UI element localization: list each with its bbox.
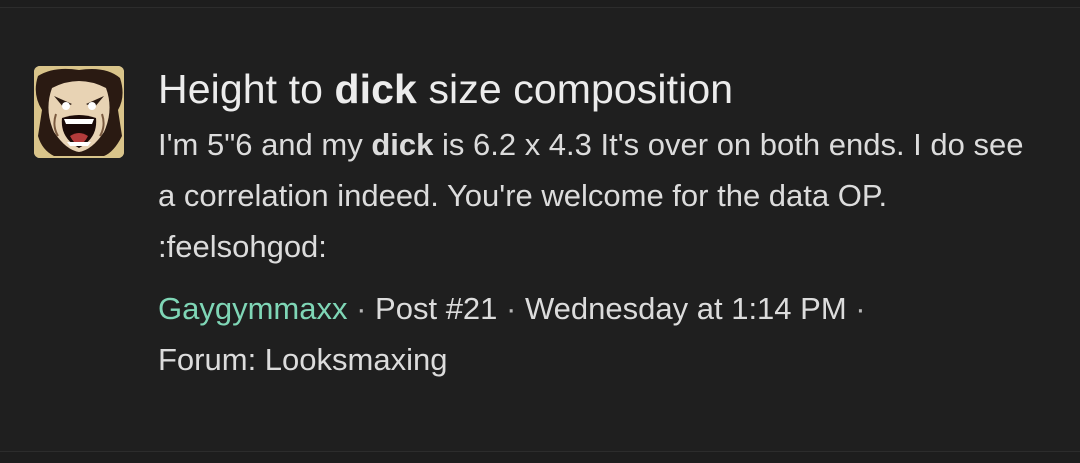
screaming-face-icon (34, 66, 124, 158)
bottom-divider (0, 451, 1080, 463)
meta-separator: · (497, 291, 525, 326)
username-link[interactable]: Gaygymmaxx (158, 291, 347, 326)
post-number-link[interactable]: Post #21 (375, 291, 497, 326)
search-results-page: Height to dick size composition I'm 5"6 … (0, 0, 1080, 463)
top-divider (0, 0, 1080, 8)
user-avatar[interactable] (34, 66, 124, 158)
snippet-text-before: I'm 5"6 and my (158, 127, 372, 162)
post-date: Wednesday at 1:14 PM (524, 291, 847, 326)
title-text-after: size composition (416, 66, 734, 112)
result-meta: Gaygymmaxx · Post #21 · Wednesday at 1:1… (158, 283, 1048, 385)
meta-separator: · (846, 291, 866, 326)
post-snippet[interactable]: I'm 5"6 and my dick is 6.2 x 4.3 It's ov… (158, 119, 1048, 272)
title-text-before: Height to (158, 66, 335, 112)
thread-title-link[interactable]: Height to dick size composition (158, 64, 1048, 114)
title-highlight: dick (334, 66, 417, 112)
snippet-highlight: dick (371, 127, 434, 162)
search-result-content: Height to dick size composition I'm 5"6 … (158, 64, 1048, 385)
search-result-item[interactable]: Height to dick size composition I'm 5"6 … (34, 64, 1054, 385)
forum-link[interactable]: Forum: Looksmaxing (158, 342, 447, 377)
meta-separator: · (347, 291, 376, 326)
